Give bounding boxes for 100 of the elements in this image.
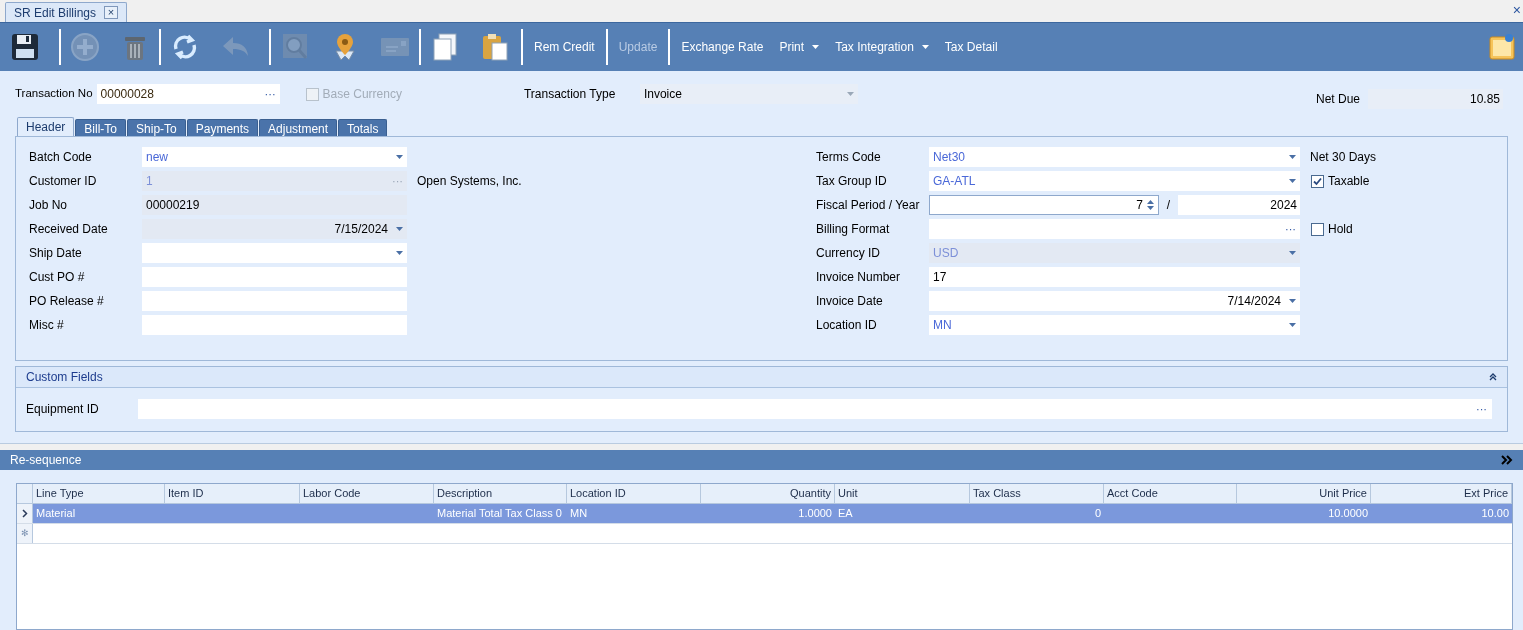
field-label: Fiscal Period / Year xyxy=(816,197,921,214)
table-cell-text: 10.0000 xyxy=(1328,506,1368,522)
field-label: Transaction Type xyxy=(523,86,617,103)
field-label: Location ID xyxy=(816,317,878,334)
column-header[interactable]: Line Type xyxy=(33,484,165,503)
customer-name: Open Systems, Inc. xyxy=(417,173,522,190)
checkbox-label: Hold xyxy=(1328,221,1353,238)
row-pointer-icon xyxy=(21,509,28,518)
checkbox-label: Taxable xyxy=(1328,173,1370,190)
column-header[interactable]: Quantity xyxy=(701,484,835,503)
checkbox[interactable] xyxy=(1311,174,1324,188)
field-label: Billing Format xyxy=(816,221,891,238)
field-label: PO Release # xyxy=(29,293,105,310)
caret-icon xyxy=(1289,251,1296,255)
toolbar-button[interactable]: Print xyxy=(774,32,825,62)
field-label: Net Due xyxy=(1316,90,1362,108)
field-label: Customer ID xyxy=(29,173,98,190)
caret-icon xyxy=(396,155,403,159)
dropdown-field[interactable]: GA-ATL xyxy=(929,171,1300,191)
tab[interactable]: Ship-To xyxy=(127,119,186,136)
table-cell-text: MN xyxy=(570,506,588,522)
net-due-value: 10.85 xyxy=(1368,88,1503,109)
dropdown-field[interactable] xyxy=(142,243,407,263)
field-label: Invoice Date xyxy=(816,293,884,310)
table-cell-text: Material Total Tax Class 0 xyxy=(437,506,562,522)
close-tab-button[interactable]: × xyxy=(104,6,119,19)
caret-icon xyxy=(1289,155,1296,159)
close-window-button[interactable]: × xyxy=(1512,3,1521,17)
tab[interactable]: Totals xyxy=(338,119,388,136)
table-cell-text: 0 xyxy=(1094,506,1101,522)
checkbox[interactable] xyxy=(1311,222,1324,236)
spin-field[interactable]: 7 xyxy=(929,195,1159,215)
field-label: Misc # xyxy=(29,317,65,334)
save-icon xyxy=(9,31,41,63)
toolbar-button[interactable]: Rem Credit xyxy=(529,29,608,65)
collapse-icon[interactable] xyxy=(1489,373,1497,381)
toolbar-button[interactable]: Exchange Rate xyxy=(676,32,769,62)
field-label: Tax Group ID xyxy=(816,173,888,190)
input-field[interactable]: ··· xyxy=(929,219,1300,239)
field-label: Batch Code xyxy=(29,149,93,166)
dropdown-field[interactable]: MN xyxy=(929,315,1300,335)
separator-label: / xyxy=(1165,197,1172,214)
tab[interactable]: Header xyxy=(17,117,75,136)
section-title: Custom Fields xyxy=(26,369,103,386)
field-label: Job No xyxy=(29,197,69,214)
new-row-marker: ✻ xyxy=(20,526,29,540)
column-header[interactable]: Labor Code xyxy=(300,484,434,503)
plus-icon xyxy=(69,31,101,63)
input-field[interactable]: 17 xyxy=(929,267,1300,287)
dropdown-field[interactable]: Invoice xyxy=(639,84,858,104)
dropdown-field[interactable]: new xyxy=(142,147,407,167)
table-cell-text: EA xyxy=(838,506,853,522)
field-label: Equipment ID xyxy=(26,401,100,418)
tab[interactable]: Adjustment xyxy=(259,119,338,136)
input-field[interactable]: 2024 xyxy=(1178,195,1300,215)
tab[interactable]: Payments xyxy=(186,119,259,136)
resequence-title[interactable]: Re-sequence xyxy=(10,451,82,469)
column-header[interactable]: Item ID xyxy=(165,484,300,503)
table-cell-text: Material xyxy=(36,506,76,522)
column-header[interactable]: Acct Code xyxy=(1104,484,1237,503)
column-header[interactable]: Location ID xyxy=(567,484,701,503)
table-cell-text: 1.0000 xyxy=(798,506,832,522)
caret-icon xyxy=(921,45,929,49)
column-header[interactable]: Ext Price xyxy=(1371,484,1512,503)
input-field[interactable]: 00000028 ··· xyxy=(96,84,280,104)
input-field[interactable]: ··· xyxy=(138,399,1492,419)
input-field[interactable]: 00000219 xyxy=(142,195,407,215)
caret-icon xyxy=(846,92,854,96)
field-label: Invoice Number xyxy=(816,269,902,286)
spin-arrows-icon xyxy=(1147,199,1154,211)
field-label: Transaction No xyxy=(15,86,93,102)
caret-icon xyxy=(1289,179,1296,183)
field-label: Ship Date xyxy=(29,245,83,262)
dropdown-field[interactable]: Net30 xyxy=(929,147,1300,167)
input-field[interactable] xyxy=(142,291,407,311)
double-chevron-icon[interactable] xyxy=(1501,455,1513,465)
field-label: Received Date xyxy=(29,221,109,238)
table-cell-text: 10.00 xyxy=(1481,506,1509,522)
dropdown-field[interactable]: 7/15/2024 xyxy=(142,219,407,239)
tab[interactable]: Bill-To xyxy=(75,119,127,136)
caret-icon xyxy=(1289,299,1296,303)
column-header[interactable]: Tax Class xyxy=(970,484,1104,503)
field-label: Cust PO # xyxy=(29,269,86,286)
check-icon xyxy=(1313,176,1322,186)
caret-icon xyxy=(812,45,820,49)
document-tab-title: SR Edit Billings xyxy=(14,4,97,22)
terms-description: Net 30 Days xyxy=(1310,149,1377,166)
column-header[interactable]: Description xyxy=(434,484,567,503)
field-label: Terms Code xyxy=(816,149,882,166)
input-field[interactable] xyxy=(142,267,407,287)
field-label: Currency ID xyxy=(816,245,881,262)
caret-icon xyxy=(396,251,403,255)
document-tab[interactable]: SR Edit Billings × xyxy=(5,2,128,22)
input-field[interactable] xyxy=(142,315,407,335)
toolbar-button[interactable]: Tax Detail xyxy=(939,32,1003,62)
toolbar-button[interactable]: Tax Integration xyxy=(830,32,934,62)
column-header[interactable]: Unit Price xyxy=(1237,484,1371,503)
dropdown-field[interactable]: 7/14/2024 xyxy=(929,291,1300,311)
checkbox-label: Base Currency xyxy=(322,86,402,103)
column-header[interactable]: Unit xyxy=(835,484,970,503)
